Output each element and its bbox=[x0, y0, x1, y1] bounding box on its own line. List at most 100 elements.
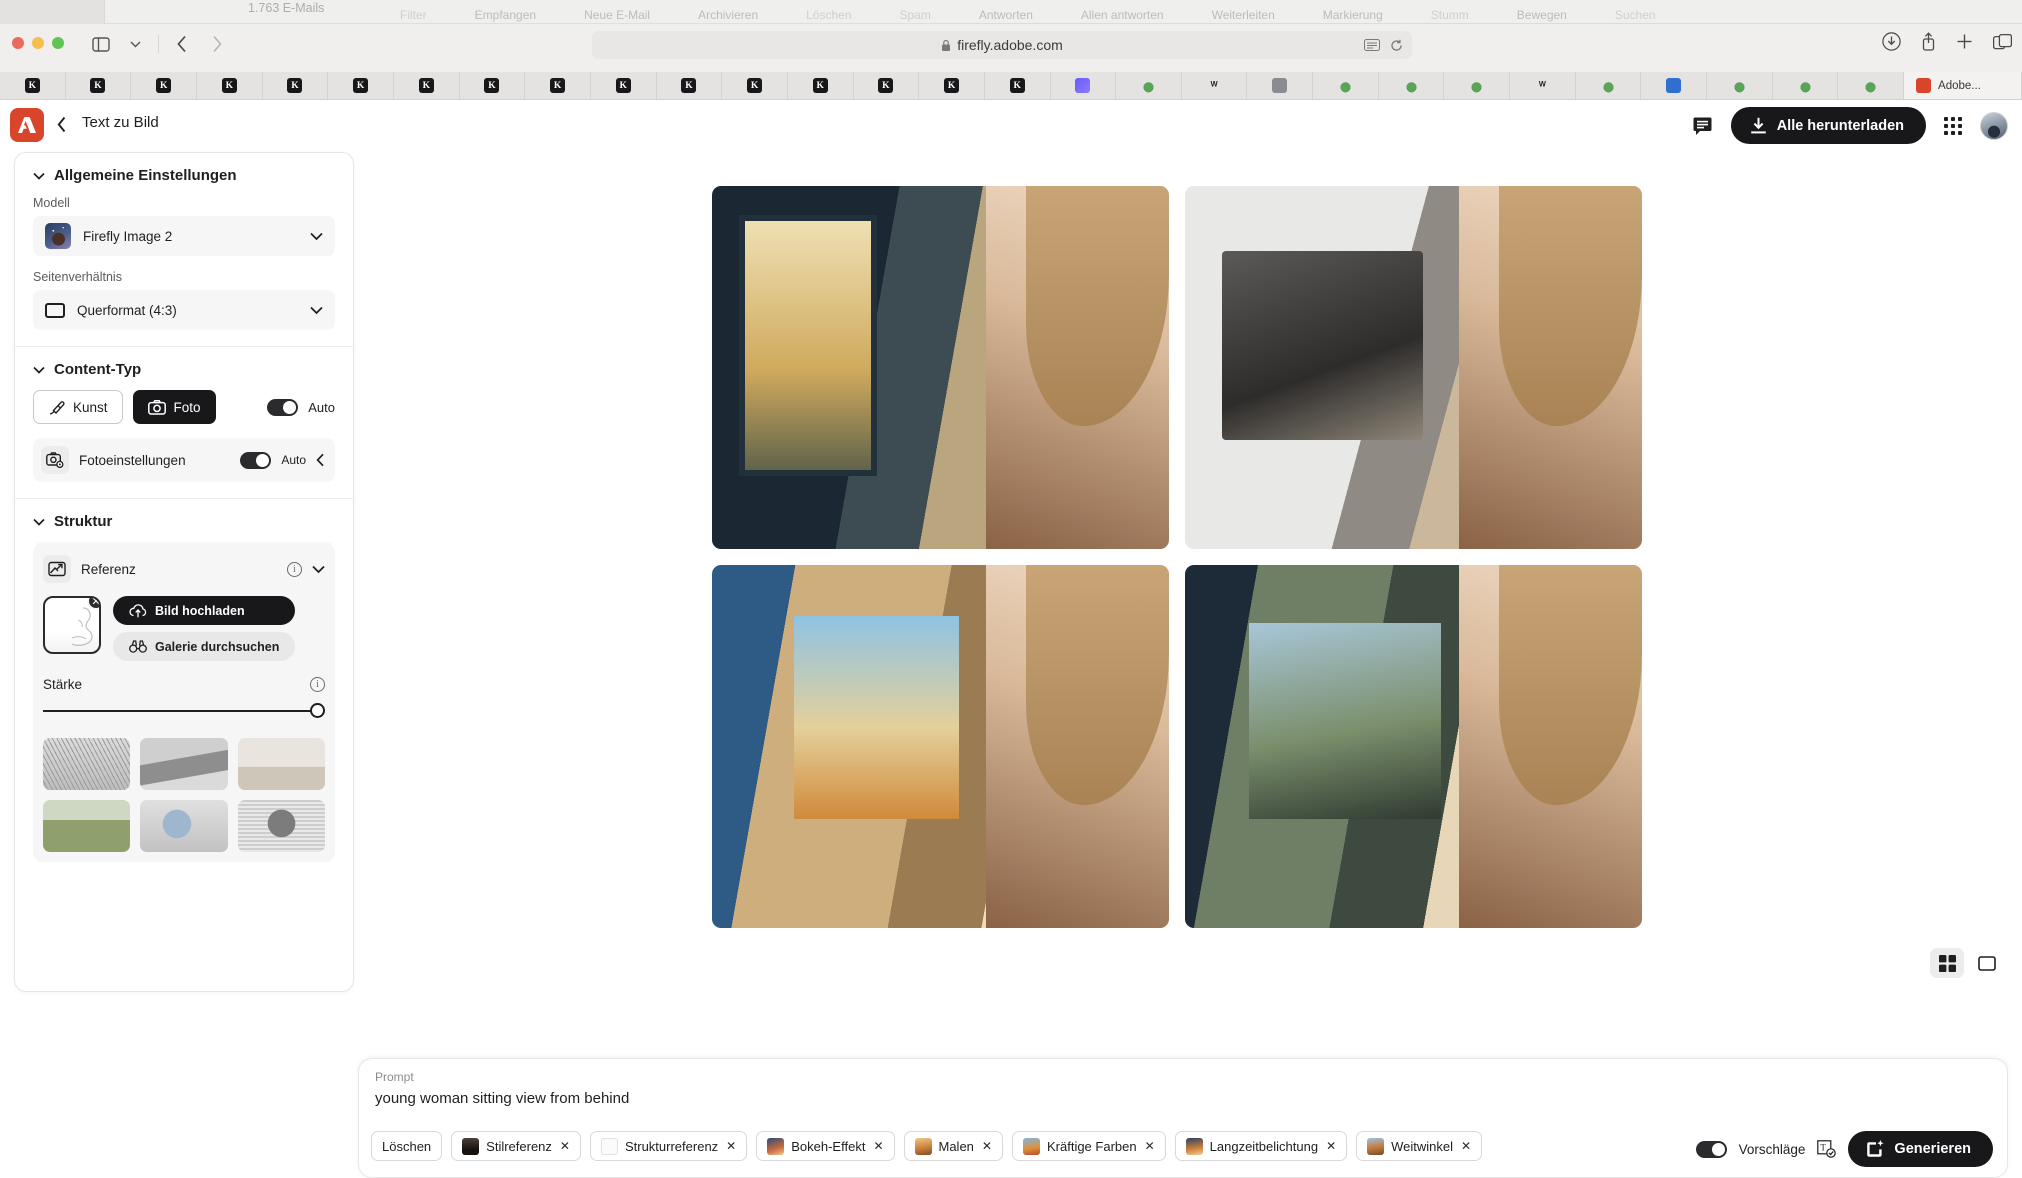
forward-chevron-icon[interactable] bbox=[201, 32, 231, 56]
section-structure-header[interactable]: Struktur bbox=[33, 513, 335, 530]
reader-view-icon[interactable] bbox=[1364, 39, 1380, 51]
user-avatar[interactable] bbox=[1980, 112, 2008, 140]
browser-tab[interactable] bbox=[1576, 72, 1642, 99]
feedback-icon[interactable] bbox=[1692, 116, 1713, 136]
back-chevron-icon[interactable] bbox=[57, 116, 67, 133]
prompt-chip[interactable]: Langzeitbelichtung✕ bbox=[1175, 1131, 1347, 1161]
browser-tab[interactable]: K bbox=[525, 72, 591, 99]
browser-tab[interactable] bbox=[1641, 72, 1707, 99]
strength-slider[interactable] bbox=[43, 700, 325, 722]
browser-tab[interactable]: K bbox=[985, 72, 1051, 99]
chevron-down-icon[interactable] bbox=[120, 32, 150, 56]
browser-tab[interactable]: K bbox=[657, 72, 723, 99]
result-image-4[interactable] bbox=[1185, 565, 1642, 928]
back-chevron-icon[interactable] bbox=[167, 32, 197, 56]
result-image-2[interactable] bbox=[1185, 186, 1642, 549]
plus-icon[interactable] bbox=[1956, 33, 1973, 50]
browser-tab[interactable]: ᵂ bbox=[1510, 72, 1576, 99]
browser-tab[interactable]: K bbox=[328, 72, 394, 99]
reload-icon[interactable] bbox=[1390, 39, 1403, 52]
download-all-button[interactable]: Alle herunterladen bbox=[1731, 107, 1926, 144]
browser-tab[interactable]: K bbox=[394, 72, 460, 99]
photo-settings-card[interactable]: Fotoeinstellungen Auto bbox=[33, 438, 335, 482]
preset-interior[interactable] bbox=[238, 738, 325, 790]
aspect-ratio-select[interactable]: Querformat (4:3) bbox=[33, 290, 335, 330]
slider-knob[interactable] bbox=[310, 703, 325, 718]
close-x-icon[interactable]: ✕ bbox=[726, 1139, 736, 1153]
browser-tab[interactable] bbox=[1051, 72, 1117, 99]
chevron-down-icon[interactable] bbox=[312, 565, 325, 574]
result-image-1[interactable] bbox=[712, 186, 1169, 549]
browser-tab[interactable]: K bbox=[788, 72, 854, 99]
browser-tab[interactable]: K bbox=[263, 72, 329, 99]
browser-tab[interactable]: K bbox=[919, 72, 985, 99]
upload-image-button[interactable]: Bild hochladen bbox=[113, 596, 295, 625]
sidebar-toggle-icon[interactable] bbox=[86, 32, 116, 56]
prompt-chip[interactable]: Stilreferenz✕ bbox=[451, 1131, 581, 1161]
adobe-logo-icon[interactable] bbox=[10, 108, 44, 142]
browse-gallery-button[interactable]: Galerie durchsuchen bbox=[113, 632, 295, 661]
preset-sketch-figure[interactable] bbox=[43, 738, 130, 790]
section-general-header[interactable]: Allgemeine Einstellungen bbox=[33, 167, 335, 184]
share-icon[interactable] bbox=[1921, 32, 1936, 51]
prompt-chip[interactable]: Kräftige Farben✕ bbox=[1012, 1131, 1166, 1161]
single-view-icon[interactable] bbox=[1970, 948, 2004, 978]
prompt-chip[interactable]: Weitwinkel✕ bbox=[1356, 1131, 1482, 1161]
browser-tab-active[interactable]: Adobe... bbox=[1904, 72, 2022, 99]
browser-tab[interactable]: K bbox=[197, 72, 263, 99]
close-x-icon[interactable]: ✕ bbox=[982, 1139, 992, 1153]
close-x-icon[interactable]: ✕ bbox=[1326, 1139, 1336, 1153]
preset-field-road[interactable] bbox=[43, 800, 130, 852]
browser-tab[interactable]: K bbox=[722, 72, 788, 99]
browser-tab[interactable] bbox=[1838, 72, 1904, 99]
suggestions-toggle[interactable] bbox=[1696, 1141, 1727, 1158]
app-grid-icon[interactable] bbox=[1944, 117, 1962, 135]
browser-tab[interactable] bbox=[1773, 72, 1839, 99]
close-x-icon[interactable]: ✕ bbox=[560, 1139, 570, 1153]
generate-button[interactable]: Generieren bbox=[1848, 1131, 1993, 1167]
address-bar[interactable]: firefly.adobe.com bbox=[592, 31, 1412, 59]
browser-tab[interactable] bbox=[1116, 72, 1182, 99]
clear-prompt-button[interactable]: Löschen bbox=[371, 1131, 442, 1161]
prompt-chip[interactable]: Malen✕ bbox=[904, 1131, 1003, 1161]
text-suggestion-icon[interactable]: T bbox=[1817, 1140, 1836, 1158]
browser-tab[interactable]: K bbox=[460, 72, 526, 99]
info-icon[interactable]: i bbox=[310, 677, 325, 692]
reference-thumbnail[interactable]: ✕ bbox=[43, 596, 101, 654]
prompt-chip[interactable]: Strukturreferenz✕ bbox=[590, 1131, 747, 1161]
content-type-auto-toggle[interactable] bbox=[267, 399, 298, 416]
preset-owl-sketch[interactable] bbox=[238, 800, 325, 852]
chevron-left-icon[interactable] bbox=[316, 453, 325, 467]
browser-tab[interactable]: K bbox=[0, 72, 66, 99]
window-traffic-lights[interactable] bbox=[12, 37, 64, 49]
close-x-icon[interactable]: ✕ bbox=[1461, 1139, 1471, 1153]
browser-tab[interactable]: ᵂ bbox=[1182, 72, 1248, 99]
maximize-window-button[interactable] bbox=[52, 37, 64, 49]
prompt-input[interactable] bbox=[375, 1090, 1375, 1107]
result-image-3[interactable] bbox=[712, 565, 1169, 928]
structure-reference-header[interactable]: Referenz i bbox=[43, 552, 325, 586]
browser-tab[interactable]: K bbox=[591, 72, 657, 99]
browser-tab[interactable] bbox=[1313, 72, 1379, 99]
grid-view-icon[interactable] bbox=[1930, 948, 1964, 978]
close-x-icon[interactable]: ✕ bbox=[1145, 1139, 1155, 1153]
browser-tab[interactable]: K bbox=[131, 72, 197, 99]
browser-tab[interactable] bbox=[1707, 72, 1773, 99]
browser-tab-strip[interactable]: KKKKKKKKKKKKKKKKᵂᵂAdobe... bbox=[0, 72, 2022, 100]
download-icon[interactable] bbox=[1882, 32, 1901, 51]
content-type-photo-button[interactable]: Foto bbox=[133, 390, 216, 424]
tab-overview-icon[interactable] bbox=[1993, 34, 2012, 50]
preset-sphere-cube[interactable] bbox=[140, 800, 227, 852]
browser-tab[interactable]: K bbox=[66, 72, 132, 99]
photo-settings-auto-toggle[interactable] bbox=[240, 452, 271, 469]
minimize-window-button[interactable] bbox=[32, 37, 44, 49]
browser-tab[interactable] bbox=[1379, 72, 1445, 99]
browser-tab[interactable]: K bbox=[854, 72, 920, 99]
prompt-chip[interactable]: Bokeh-Effekt✕ bbox=[756, 1131, 894, 1161]
info-icon[interactable]: i bbox=[287, 562, 302, 577]
close-x-icon[interactable]: ✕ bbox=[873, 1139, 883, 1153]
section-content-type-header[interactable]: Content-Typ bbox=[33, 361, 335, 378]
content-type-art-button[interactable]: Kunst bbox=[33, 390, 123, 424]
model-select[interactable]: Firefly Image 2 bbox=[33, 216, 335, 256]
close-window-button[interactable] bbox=[12, 37, 24, 49]
